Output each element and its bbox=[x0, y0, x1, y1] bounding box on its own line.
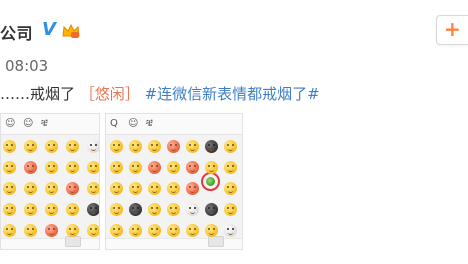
emoji-item[interactable] bbox=[224, 182, 237, 195]
emoji-item[interactable] bbox=[129, 140, 142, 153]
delete-icon[interactable] bbox=[65, 236, 81, 247]
quit-smoking-emoji-highlight[interactable] bbox=[201, 172, 220, 191]
emoji-item[interactable] bbox=[87, 224, 99, 237]
account-name[interactable]: 公司 bbox=[0, 20, 33, 44]
emoji-item[interactable] bbox=[186, 182, 199, 195]
emoji-item[interactable] bbox=[186, 224, 199, 237]
emoji-item[interactable] bbox=[87, 161, 99, 174]
emoji-item[interactable] bbox=[148, 203, 161, 216]
emoji-item[interactable] bbox=[129, 161, 142, 174]
emoji-tab-icon[interactable]: ☺ bbox=[5, 118, 15, 130]
emoji-item[interactable] bbox=[129, 203, 142, 216]
emoji-item[interactable] bbox=[66, 203, 79, 216]
emoji-tab-icon[interactable]: ☺ bbox=[23, 118, 33, 130]
emoji-item[interactable] bbox=[167, 203, 180, 216]
delete-icon[interactable] bbox=[208, 236, 224, 247]
emoji-item[interactable] bbox=[167, 182, 180, 195]
emoji-item[interactable] bbox=[24, 224, 37, 237]
emoji-item[interactable] bbox=[87, 203, 99, 216]
emoji-item[interactable] bbox=[148, 224, 161, 237]
emoji-item[interactable] bbox=[3, 224, 16, 237]
emoji-item[interactable] bbox=[3, 203, 16, 216]
emoji-item[interactable] bbox=[167, 140, 180, 153]
emoji-item[interactable] bbox=[3, 182, 16, 195]
quit-smoking-emoji-icon bbox=[206, 177, 215, 186]
emoji-item[interactable] bbox=[110, 182, 123, 195]
emoji-item[interactable] bbox=[24, 182, 37, 195]
emoji-panel-right[interactable]: Q ☺ ቼ bbox=[105, 113, 243, 250]
panel-footer bbox=[106, 236, 242, 249]
emoji-item[interactable] bbox=[224, 161, 237, 174]
emoji-item[interactable] bbox=[148, 182, 161, 195]
emoji-item[interactable] bbox=[186, 140, 199, 153]
emoji-item[interactable] bbox=[148, 140, 161, 153]
emoji-item[interactable] bbox=[24, 161, 37, 174]
emoji-item[interactable] bbox=[205, 224, 218, 237]
follow-button[interactable]: + bbox=[436, 15, 468, 45]
panel-footer bbox=[1, 236, 99, 249]
emoji-item[interactable] bbox=[186, 203, 199, 216]
topic-link[interactable]: #连微信新表情都戒烟了# bbox=[145, 85, 320, 103]
emoji-item[interactable] bbox=[66, 140, 79, 153]
post-body: ……戒烟了 bbox=[0, 85, 76, 103]
emoji-item[interactable] bbox=[205, 161, 218, 174]
emoji-item[interactable] bbox=[45, 140, 58, 153]
emoji-item[interactable] bbox=[110, 140, 123, 153]
emoji-tag: ［悠闲］ bbox=[79, 85, 140, 103]
emoji-item[interactable] bbox=[129, 182, 142, 195]
gesture-tab-icon[interactable]: ቼ bbox=[41, 118, 48, 130]
emoji-item[interactable] bbox=[167, 224, 180, 237]
emoji-item[interactable] bbox=[224, 224, 237, 237]
search-icon[interactable]: Q bbox=[110, 118, 118, 130]
verified-badge: V bbox=[42, 19, 56, 40]
plus-icon: + bbox=[444, 17, 461, 41]
emoji-item[interactable] bbox=[205, 203, 218, 216]
emoji-tab-icon[interactable]: ☺ bbox=[128, 118, 138, 130]
gesture-tab-icon[interactable]: ቼ bbox=[146, 118, 153, 130]
emoji-item[interactable] bbox=[224, 203, 237, 216]
emoji-item[interactable] bbox=[87, 182, 99, 195]
emoji-item[interactable] bbox=[87, 140, 99, 153]
emoji-item[interactable] bbox=[24, 203, 37, 216]
emoji-item[interactable] bbox=[110, 161, 123, 174]
emoji-toolbar: ☺ ☺ ቼ bbox=[1, 114, 99, 135]
emoji-item[interactable] bbox=[66, 224, 79, 237]
post-time[interactable]: 08:03 bbox=[5, 57, 48, 75]
emoji-item[interactable] bbox=[66, 161, 79, 174]
emoji-item[interactable] bbox=[45, 182, 58, 195]
emoji-item[interactable] bbox=[186, 161, 199, 174]
emoji-item[interactable] bbox=[129, 224, 142, 237]
emoji-item[interactable] bbox=[45, 161, 58, 174]
emoji-toolbar: Q ☺ ቼ bbox=[106, 114, 242, 135]
emoji-item[interactable] bbox=[3, 140, 16, 153]
vip-crown-icon bbox=[62, 23, 80, 38]
emoji-item[interactable] bbox=[45, 203, 58, 216]
emoji-item[interactable] bbox=[167, 161, 180, 174]
emoji-item[interactable] bbox=[224, 140, 237, 153]
emoji-item[interactable] bbox=[110, 203, 123, 216]
emoji-item[interactable] bbox=[66, 182, 79, 195]
emoji-item[interactable] bbox=[24, 140, 37, 153]
emoji-item[interactable] bbox=[110, 224, 123, 237]
post-text: ……戒烟了 ［悠闲］ #连微信新表情都戒烟了# bbox=[0, 83, 320, 104]
emoji-panel-left[interactable]: ☺ ☺ ቼ bbox=[0, 113, 100, 250]
emoji-item[interactable] bbox=[148, 161, 161, 174]
emoji-item[interactable] bbox=[205, 140, 218, 153]
emoji-item[interactable] bbox=[3, 161, 16, 174]
emoji-item[interactable] bbox=[45, 224, 58, 237]
